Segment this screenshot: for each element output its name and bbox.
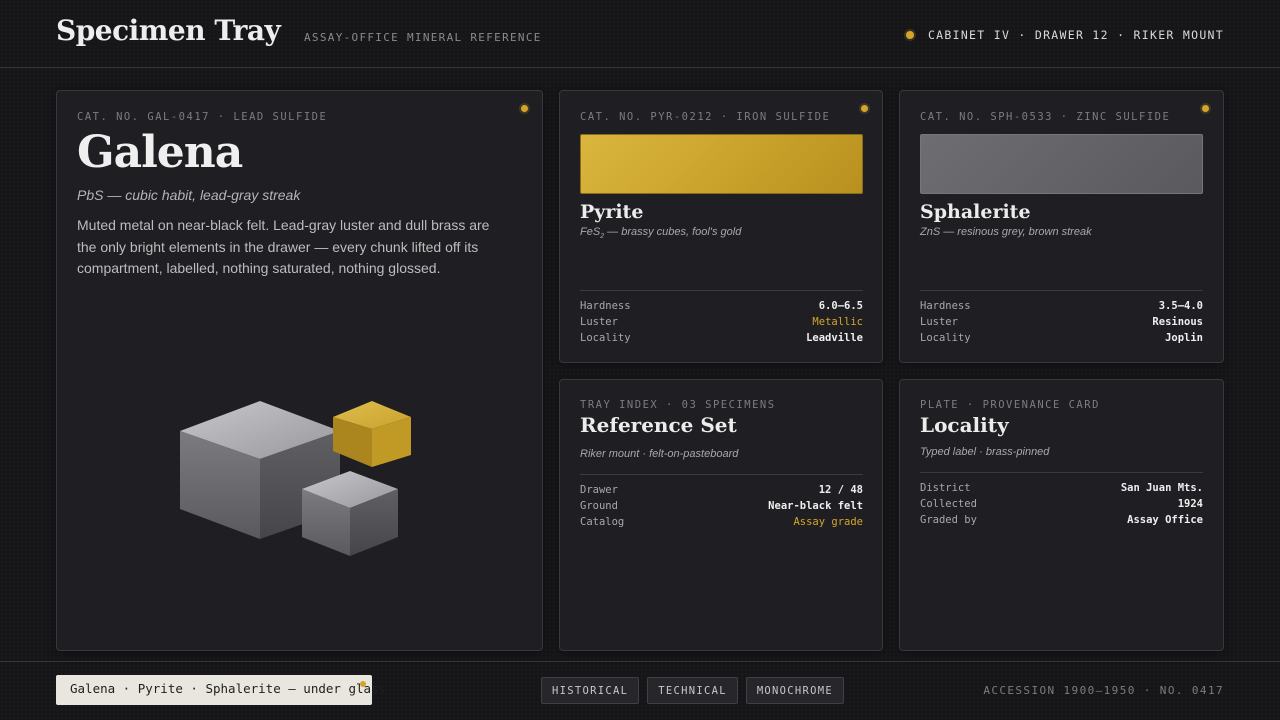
app-title: Specimen Tray xyxy=(56,14,281,47)
sphalerite-properties: Hardness 3.5–4.0 Luster Resinous Locality J… xyxy=(920,298,1203,346)
property-row: District San Juan Mts. xyxy=(920,482,1203,494)
pyrite-catalog-number: CAT. NO. PYR-0212 · IRON SULFIDE xyxy=(580,111,831,123)
pyrite-card[interactable]: CAT. NO. PYR-0212 · IRON SULFIDE Pyrite … xyxy=(559,90,883,363)
divider xyxy=(580,290,863,291)
specimen-label-tag: Galena · Pyrite · Sphalerite — under gla… xyxy=(56,675,386,705)
property-row: Hardness 3.5–4.0 xyxy=(920,300,1203,312)
sphalerite-catalog-number: CAT. NO. SPH-0533 · ZINC SULFIDE xyxy=(920,111,1171,123)
sphalerite-color-swatch xyxy=(920,134,1203,194)
pyrite-color-swatch xyxy=(580,134,863,194)
galena-crystal-illustration xyxy=(180,401,411,556)
galena-small-cube xyxy=(302,471,398,556)
page-footer: Galena · Pyrite · Sphalerite — under gla… xyxy=(0,661,1280,720)
reference-set-subtitle: Riker mount · felt-on-pasteboard xyxy=(580,448,739,460)
app-subtitle: ASSAY-OFFICE MINERAL REFERENCE xyxy=(304,31,542,44)
monochrome-mode-button[interactable]: MONOCHROME xyxy=(745,677,845,704)
locality-card[interactable]: PLATE · PROVENANCE CARD Locality Typed l… xyxy=(899,379,1224,651)
divider xyxy=(920,472,1203,473)
pyrite-cube xyxy=(333,401,411,467)
property-row: Luster Resinous xyxy=(920,316,1203,328)
locality-properties: District San Juan Mts. Collected 1924 Grad… xyxy=(920,480,1203,528)
locality-title: Locality xyxy=(920,413,1009,437)
galena-description: Muted metal on near-black felt. Lead-gra… xyxy=(77,217,490,276)
page-header: Specimen Tray ASSAY-OFFICE MINERAL REFER… xyxy=(0,0,1280,68)
brass-pin-icon xyxy=(1202,105,1209,112)
property-row: Luster Metallic xyxy=(580,316,863,328)
provenance-label: PLATE · PROVENANCE CARD xyxy=(920,399,1100,411)
property-row: Catalog Assay grade xyxy=(580,516,863,528)
locality-subtitle: Typed label · brass-pinned xyxy=(920,446,1050,458)
technical-mode-button[interactable]: TECHNICAL xyxy=(647,677,738,704)
galena-formula: PbS — cubic habit, lead-gray streak xyxy=(77,187,301,203)
property-row: Drawer 12 / 48 xyxy=(580,484,863,496)
property-row: Hardness 6.0–6.5 xyxy=(580,300,863,312)
pyrite-properties: Hardness 6.0–6.5 Luster Metallic Locality L… xyxy=(580,298,863,346)
property-row: Locality Joplin xyxy=(920,332,1203,344)
property-row: Locality Leadville xyxy=(580,332,863,344)
reference-set-title: Reference Set xyxy=(580,413,737,437)
brass-pin-icon xyxy=(861,105,868,112)
reference-set-card[interactable]: TRAY INDEX · 03 SPECIMENS Reference Set … xyxy=(559,379,883,651)
sphalerite-card[interactable]: CAT. NO. SPH-0533 · ZINC SULFIDE Sphaler… xyxy=(899,90,1224,363)
sphalerite-name: Sphalerite xyxy=(920,201,1031,223)
cabinet-location-label: CABINET IV · DRAWER 12 · RIKER MOUNT xyxy=(927,28,1224,42)
cabinet-location: CABINET IV · DRAWER 12 · RIKER MOUNT xyxy=(905,28,1224,42)
pyrite-formula: FeS2 — brassy cubes, fool's gold xyxy=(580,226,742,241)
historical-mode-button[interactable]: HISTORICAL xyxy=(541,677,640,704)
pyrite-name: Pyrite xyxy=(580,201,644,223)
reference-properties: Drawer 12 / 48 Ground Near-black felt Cata… xyxy=(580,482,863,530)
divider xyxy=(580,474,863,475)
property-row: Graded by Assay Office xyxy=(920,514,1203,526)
galena-catalog-number: CAT. NO. GAL-0417 · LEAD SULFIDE xyxy=(77,111,328,123)
brass-pin-icon xyxy=(360,681,366,687)
tray-index-label: TRAY INDEX · 03 SPECIMENS xyxy=(580,399,776,411)
specimen-label-text: Galena · Pyrite · Sphalerite — under gla… xyxy=(70,681,387,696)
view-mode-toggle: HISTORICAL TECHNICAL MONOCHROME xyxy=(541,677,845,704)
galena-name: Galena xyxy=(77,127,243,178)
galena-card[interactable]: CAT. NO. GAL-0417 · LEAD SULFIDE Galena … xyxy=(56,90,543,651)
sphalerite-formula: ZnS — resinous grey, brown streak xyxy=(920,226,1092,238)
status-dot-icon xyxy=(905,31,914,39)
accession-number: ACCESSION 1900–1950 · NO. 0417 xyxy=(983,684,1224,697)
brass-pin-icon xyxy=(521,105,528,112)
property-row: Ground Near-black felt xyxy=(580,500,863,512)
property-row: Collected 1924 xyxy=(920,498,1203,510)
divider xyxy=(920,290,1203,291)
